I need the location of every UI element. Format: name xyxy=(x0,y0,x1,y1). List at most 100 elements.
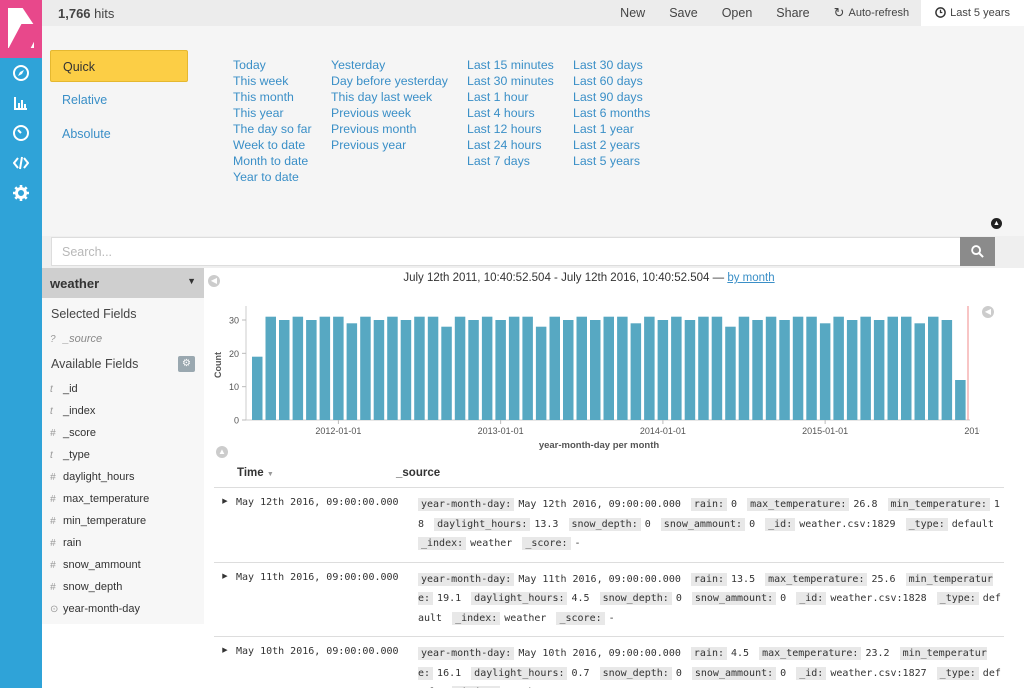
source-field-key: rain: xyxy=(690,572,728,586)
x-axis-label: year-month-day per month xyxy=(539,440,660,451)
quick-range-previous-month[interactable]: Previous month xyxy=(331,121,448,137)
field-max-temperature[interactable]: # max_temperature xyxy=(42,488,204,510)
histogram-bar xyxy=(563,320,574,420)
field-score[interactable]: # _score xyxy=(42,422,204,444)
field-id[interactable]: t _id xyxy=(42,378,204,400)
time-picker-button[interactable]: Last 5 years xyxy=(921,0,1024,26)
field-type[interactable]: t _type xyxy=(42,444,204,466)
quick-range-last-90-days[interactable]: Last 90 days xyxy=(573,89,650,105)
kibana-logo[interactable] xyxy=(0,0,42,58)
share-button[interactable]: Share xyxy=(764,0,821,26)
field-min-temperature[interactable]: # min_temperature xyxy=(42,510,204,532)
expand-row-caret-icon[interactable]: ▶ xyxy=(214,637,236,688)
field-snow-depth[interactable]: # snow_depth xyxy=(42,576,204,598)
quick-range-last-4-hours[interactable]: Last 4 hours xyxy=(467,105,554,121)
field-snow-ammount[interactable]: # snow_ammount xyxy=(42,554,204,576)
quick-range-this-year[interactable]: This year xyxy=(233,105,312,121)
index-pattern-select[interactable]: weather ▼ xyxy=(42,268,204,298)
quick-range-last-24-hours[interactable]: Last 24 hours xyxy=(467,137,554,153)
quick-range-last-7-days[interactable]: Last 7 days xyxy=(467,153,554,169)
selected-fields-list: ? _source xyxy=(42,328,204,350)
expand-row-caret-icon[interactable]: ▶ xyxy=(214,563,236,637)
save-button[interactable]: Save xyxy=(657,0,710,26)
quick-range-last-6-months[interactable]: Last 6 months xyxy=(573,105,650,121)
table-row[interactable]: ▶ May 12th 2016, 09:00:00.000 year-month-d… xyxy=(214,487,1004,562)
search-icon xyxy=(971,245,984,258)
dashboard-gauge-icon[interactable] xyxy=(0,118,42,148)
settings-gear-icon[interactable] xyxy=(0,178,42,208)
histogram-bar xyxy=(819,323,831,420)
histogram-bar xyxy=(657,320,669,420)
sidebar-blank-area xyxy=(42,624,204,688)
discover-compass-icon[interactable] xyxy=(0,58,42,88)
table-row[interactable]: ▶ May 10th 2016, 09:00:00.000 year-month-d… xyxy=(214,636,1004,688)
source-field-key: daylight_hours: xyxy=(471,592,568,605)
mode-quick[interactable]: Quick xyxy=(50,50,188,82)
quick-range-last-30-days[interactable]: Last 30 days xyxy=(573,57,650,73)
source-field-value: 0.7 xyxy=(571,667,590,679)
field-settings-gear-icon[interactable]: ⚙ xyxy=(178,356,195,372)
quick-range-last-30-minutes[interactable]: Last 30 minutes xyxy=(467,73,554,89)
quick-range-the-day-so-far[interactable]: The day so far xyxy=(233,121,312,137)
field-daylight-hours[interactable]: # daylight_hours xyxy=(42,466,204,488)
search-button[interactable] xyxy=(960,237,995,266)
histogram-bar xyxy=(806,316,817,420)
quick-range-previous-week[interactable]: Previous week xyxy=(331,105,448,121)
field-name: min_temperature xyxy=(63,515,147,527)
table-row[interactable]: ▶ May 11th 2016, 09:00:00.000 year-month-d… xyxy=(214,561,1004,637)
quick-range-last-2-years[interactable]: Last 2 years xyxy=(573,137,650,153)
expand-row-caret-icon[interactable]: ▶ xyxy=(214,488,236,562)
histogram-bar xyxy=(360,316,371,420)
quick-range-last-60-days[interactable]: Last 60 days xyxy=(573,73,650,89)
field-rain[interactable]: # rain xyxy=(42,532,204,554)
x-tick-label: 2016-01-01 xyxy=(964,426,980,436)
time-column-header[interactable]: Time ▼ xyxy=(214,467,394,479)
histogram-bar xyxy=(617,316,628,420)
new-button[interactable]: New xyxy=(608,0,657,26)
quick-range-previous-year[interactable]: Previous year xyxy=(331,137,448,153)
source-field-value: May 11th 2016, 09:00:00.000 xyxy=(518,573,681,585)
interval-link[interactable]: by month xyxy=(727,272,774,284)
row-timestamp: May 12th 2016, 09:00:00.000 xyxy=(236,497,399,508)
field-name: snow_depth xyxy=(63,581,123,593)
field-index[interactable]: t _index xyxy=(42,400,204,422)
source-field-value: - xyxy=(574,538,581,549)
available-fields-list: t _id t _index # _score t _type # daylight_hours #… xyxy=(42,378,204,620)
quick-range-month-to-date[interactable]: Month to date xyxy=(233,153,312,169)
quick-range-this-day-last-week[interactable]: This day last week xyxy=(331,89,448,105)
histogram-bar xyxy=(941,320,953,420)
quick-range-this-month[interactable]: This month xyxy=(233,89,312,105)
quick-range-last-1-hour[interactable]: Last 1 hour xyxy=(467,89,554,105)
histogram-bar xyxy=(887,316,898,420)
quick-range-week-to-date[interactable]: Week to date xyxy=(233,137,312,153)
field-source[interactable]: ? _source xyxy=(42,328,204,350)
mode-relative[interactable]: Relative xyxy=(50,84,188,116)
quick-range-day-before-yesterday[interactable]: Day before yesterday xyxy=(331,73,448,89)
quick-range-last-15-minutes[interactable]: Last 15 minutes xyxy=(467,57,554,73)
quick-range-last-5-years[interactable]: Last 5 years xyxy=(573,153,650,169)
quick-range-this-week[interactable]: This week xyxy=(233,73,312,89)
row-source: year-month-day: May 12th 2016, 09:00:00.0… xyxy=(418,488,1004,562)
collapse-chart-icon[interactable]: ▲ xyxy=(216,446,228,458)
histogram-bar xyxy=(955,380,966,420)
field-year-month-day[interactable]: ⊙ year-month-day xyxy=(42,598,204,620)
collapse-picker-icon[interactable]: ▲ xyxy=(991,218,1002,229)
quick-range-today[interactable]: Today xyxy=(233,57,312,73)
field-name: snow_ammount xyxy=(63,559,141,571)
open-button[interactable]: Open xyxy=(710,0,765,26)
quick-range-last-12-hours[interactable]: Last 12 hours xyxy=(467,121,554,137)
search-input[interactable] xyxy=(51,237,961,266)
source-field-key: rain: xyxy=(690,498,728,511)
dev-tools-code-icon[interactable] xyxy=(0,148,42,178)
quick-range-last-1-year[interactable]: Last 1 year xyxy=(573,121,650,137)
row-source: year-month-day: May 11th 2016, 09:00:00.0… xyxy=(418,563,1004,637)
chart-options-toggle-icon[interactable]: ◀ xyxy=(982,306,994,318)
field-type-icon: # xyxy=(50,581,56,593)
visualize-chart-icon[interactable] xyxy=(0,88,42,118)
auto-refresh-button[interactable]: ↻ Auto-refresh xyxy=(822,0,921,26)
quick-range-yesterday[interactable]: Yesterday xyxy=(331,57,448,73)
mode-absolute[interactable]: Absolute xyxy=(50,118,188,150)
field-type-icon: t xyxy=(50,405,53,417)
quick-column-3: Last 15 minutes Last 30 minutes Last 1 hou… xyxy=(467,57,554,169)
quick-range-year-to-date[interactable]: Year to date xyxy=(233,169,312,185)
